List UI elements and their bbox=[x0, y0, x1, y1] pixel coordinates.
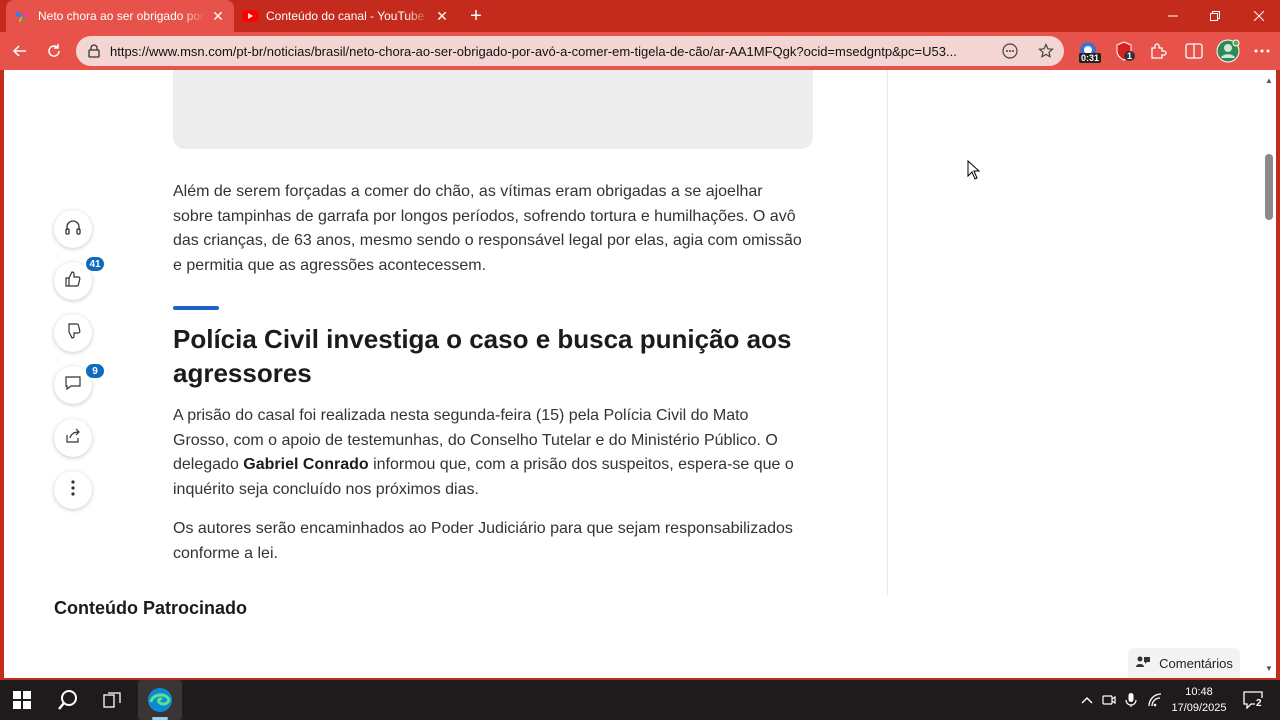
new-tab-button[interactable]: + bbox=[464, 4, 488, 28]
edge-browser-icon[interactable] bbox=[138, 680, 182, 720]
scroll-up-arrow-icon[interactable]: ▲ bbox=[1262, 74, 1276, 86]
thumbs-down-icon bbox=[64, 322, 82, 345]
close-tab-icon[interactable]: ✕ bbox=[210, 8, 226, 24]
timer-badge: 0:31 bbox=[1079, 53, 1102, 63]
back-icon[interactable] bbox=[6, 37, 34, 65]
task-view-icon[interactable] bbox=[90, 680, 134, 720]
windows-taskbar: 10:48 17/09/2025 2 bbox=[0, 680, 1280, 720]
split-screen-icon[interactable] bbox=[1182, 39, 1206, 63]
like-count-badge: 41 bbox=[84, 255, 106, 273]
tab-msn-article[interactable]: Neto chora ao ser obrigado por avó ✕ bbox=[6, 0, 234, 32]
extensions-puzzle-icon[interactable] bbox=[1146, 39, 1170, 63]
mouse-cursor-icon bbox=[967, 159, 981, 185]
column-divider bbox=[887, 70, 888, 596]
notifications-icon[interactable]: 2 bbox=[1240, 690, 1266, 710]
more-actions-button[interactable] bbox=[54, 471, 92, 509]
system-clock[interactable]: 10:48 17/09/2025 bbox=[1168, 684, 1230, 716]
timer-extension-icon[interactable]: 0:31 bbox=[1076, 39, 1102, 63]
section-heading: Polícia Civil investiga o caso e busca p… bbox=[173, 324, 792, 388]
sponsored-content-title: Conteúdo Patrocinado bbox=[54, 598, 247, 618]
tab-youtube-studio[interactable]: Conteúdo do canal - YouTube Studio ✕ bbox=[234, 0, 458, 32]
tab-title: Neto chora ao ser obrigado por avó bbox=[38, 9, 206, 23]
article-paragraph: Além de serem forçadas a comer do chão, … bbox=[173, 183, 802, 274]
thumbs-up-icon bbox=[64, 270, 82, 293]
scroll-thumb[interactable] bbox=[1265, 154, 1273, 220]
browser-toolbar: https://www.msn.com/pt-br/noticias/brasi… bbox=[0, 32, 1280, 70]
close-tab-icon[interactable]: ✕ bbox=[434, 8, 450, 24]
comment-count-badge: 9 bbox=[84, 362, 106, 380]
people-comment-icon bbox=[1135, 655, 1151, 672]
article-paragraph: Os autores serão encaminhados ao Poder J… bbox=[173, 520, 793, 562]
article-paragraph: A prisão do casal foi realizada nesta se… bbox=[173, 404, 803, 502]
profile-avatar[interactable] bbox=[1216, 39, 1240, 63]
page-content: Além de serem forçadas a comer do chão, … bbox=[4, 70, 1276, 678]
meet-now-icon[interactable] bbox=[1099, 690, 1119, 710]
close-window-icon[interactable] bbox=[1238, 0, 1280, 32]
microphone-icon[interactable] bbox=[1121, 690, 1141, 710]
restore-icon[interactable] bbox=[1194, 0, 1236, 32]
search-icon[interactable] bbox=[46, 680, 90, 720]
adblock-badge: 1 bbox=[1124, 51, 1136, 61]
youtube-icon bbox=[242, 8, 258, 24]
clock-date: 17/09/2025 bbox=[1171, 702, 1227, 714]
clock-time: 10:48 bbox=[1185, 686, 1213, 698]
heading-accent-line bbox=[173, 306, 219, 310]
media-placeholder bbox=[173, 70, 813, 149]
browser-window: Neto chora ao ser obrigado por avó ✕ Con… bbox=[0, 0, 1280, 720]
show-hidden-icons-chevron-icon[interactable] bbox=[1077, 690, 1097, 710]
notification-count: 2 bbox=[1255, 698, 1263, 709]
comments-pill-label: Comentários bbox=[1159, 655, 1233, 671]
share-button[interactable] bbox=[54, 419, 92, 457]
comments-pill-button[interactable]: Comentários bbox=[1128, 648, 1240, 678]
dislike-button[interactable] bbox=[54, 314, 92, 352]
tab-strip: Neto chora ao ser obrigado por avó ✕ Con… bbox=[0, 0, 1280, 32]
msn-butterfly-icon bbox=[14, 8, 30, 24]
settings-more-icon[interactable] bbox=[1250, 39, 1274, 63]
more-options-circle-icon[interactable] bbox=[992, 36, 1028, 66]
comment-bubble-icon bbox=[64, 374, 82, 397]
refresh-icon[interactable] bbox=[40, 37, 68, 65]
url-text[interactable]: https://www.msn.com/pt-br/noticias/brasi… bbox=[110, 44, 992, 59]
scroll-down-arrow-icon[interactable]: ▼ bbox=[1262, 662, 1276, 674]
share-icon bbox=[64, 427, 82, 450]
lock-icon[interactable] bbox=[84, 44, 104, 58]
wifi-icon[interactable] bbox=[1145, 690, 1165, 710]
vertical-scrollbar[interactable]: ▲ ▼ bbox=[1262, 70, 1276, 678]
minimize-icon[interactable] bbox=[1152, 0, 1194, 32]
windows-start-icon[interactable] bbox=[0, 680, 44, 720]
address-bar[interactable]: https://www.msn.com/pt-br/noticias/brasi… bbox=[76, 36, 1064, 66]
headphones-icon bbox=[64, 218, 82, 241]
vertical-ellipsis-icon bbox=[71, 479, 75, 501]
adblock-extension-icon[interactable]: 1 bbox=[1112, 39, 1136, 63]
tab-title: Conteúdo do canal - YouTube Studio bbox=[266, 9, 430, 23]
delegate-name: Gabriel Conrado bbox=[243, 456, 369, 473]
favorite-star-icon[interactable] bbox=[1028, 36, 1064, 66]
listen-button[interactable] bbox=[54, 210, 92, 248]
